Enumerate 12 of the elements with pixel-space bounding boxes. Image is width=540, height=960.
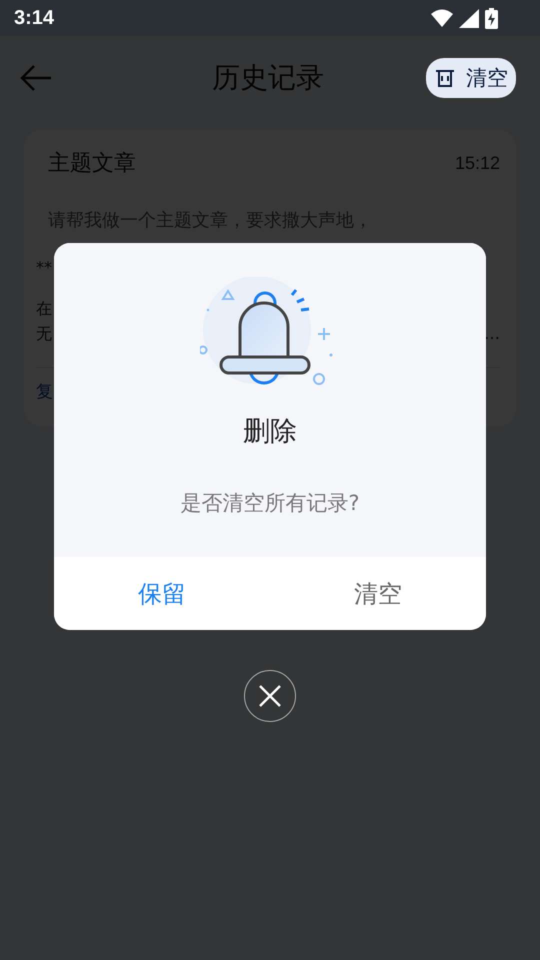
wifi-icon — [431, 9, 453, 27]
trash-icon — [434, 67, 456, 89]
close-button[interactable] — [244, 670, 296, 722]
history-text: ** — [36, 258, 52, 277]
status-time: 3:14 — [14, 6, 54, 30]
signal-icon — [459, 8, 479, 28]
history-text: … — [484, 324, 500, 345]
clear-button[interactable]: 清空 — [426, 58, 516, 98]
close-icon — [258, 684, 282, 708]
dialog-title: 删除 — [243, 415, 297, 449]
dialog-message: 是否清空所有记录? — [180, 490, 360, 517]
battery-charging-icon — [485, 8, 498, 28]
